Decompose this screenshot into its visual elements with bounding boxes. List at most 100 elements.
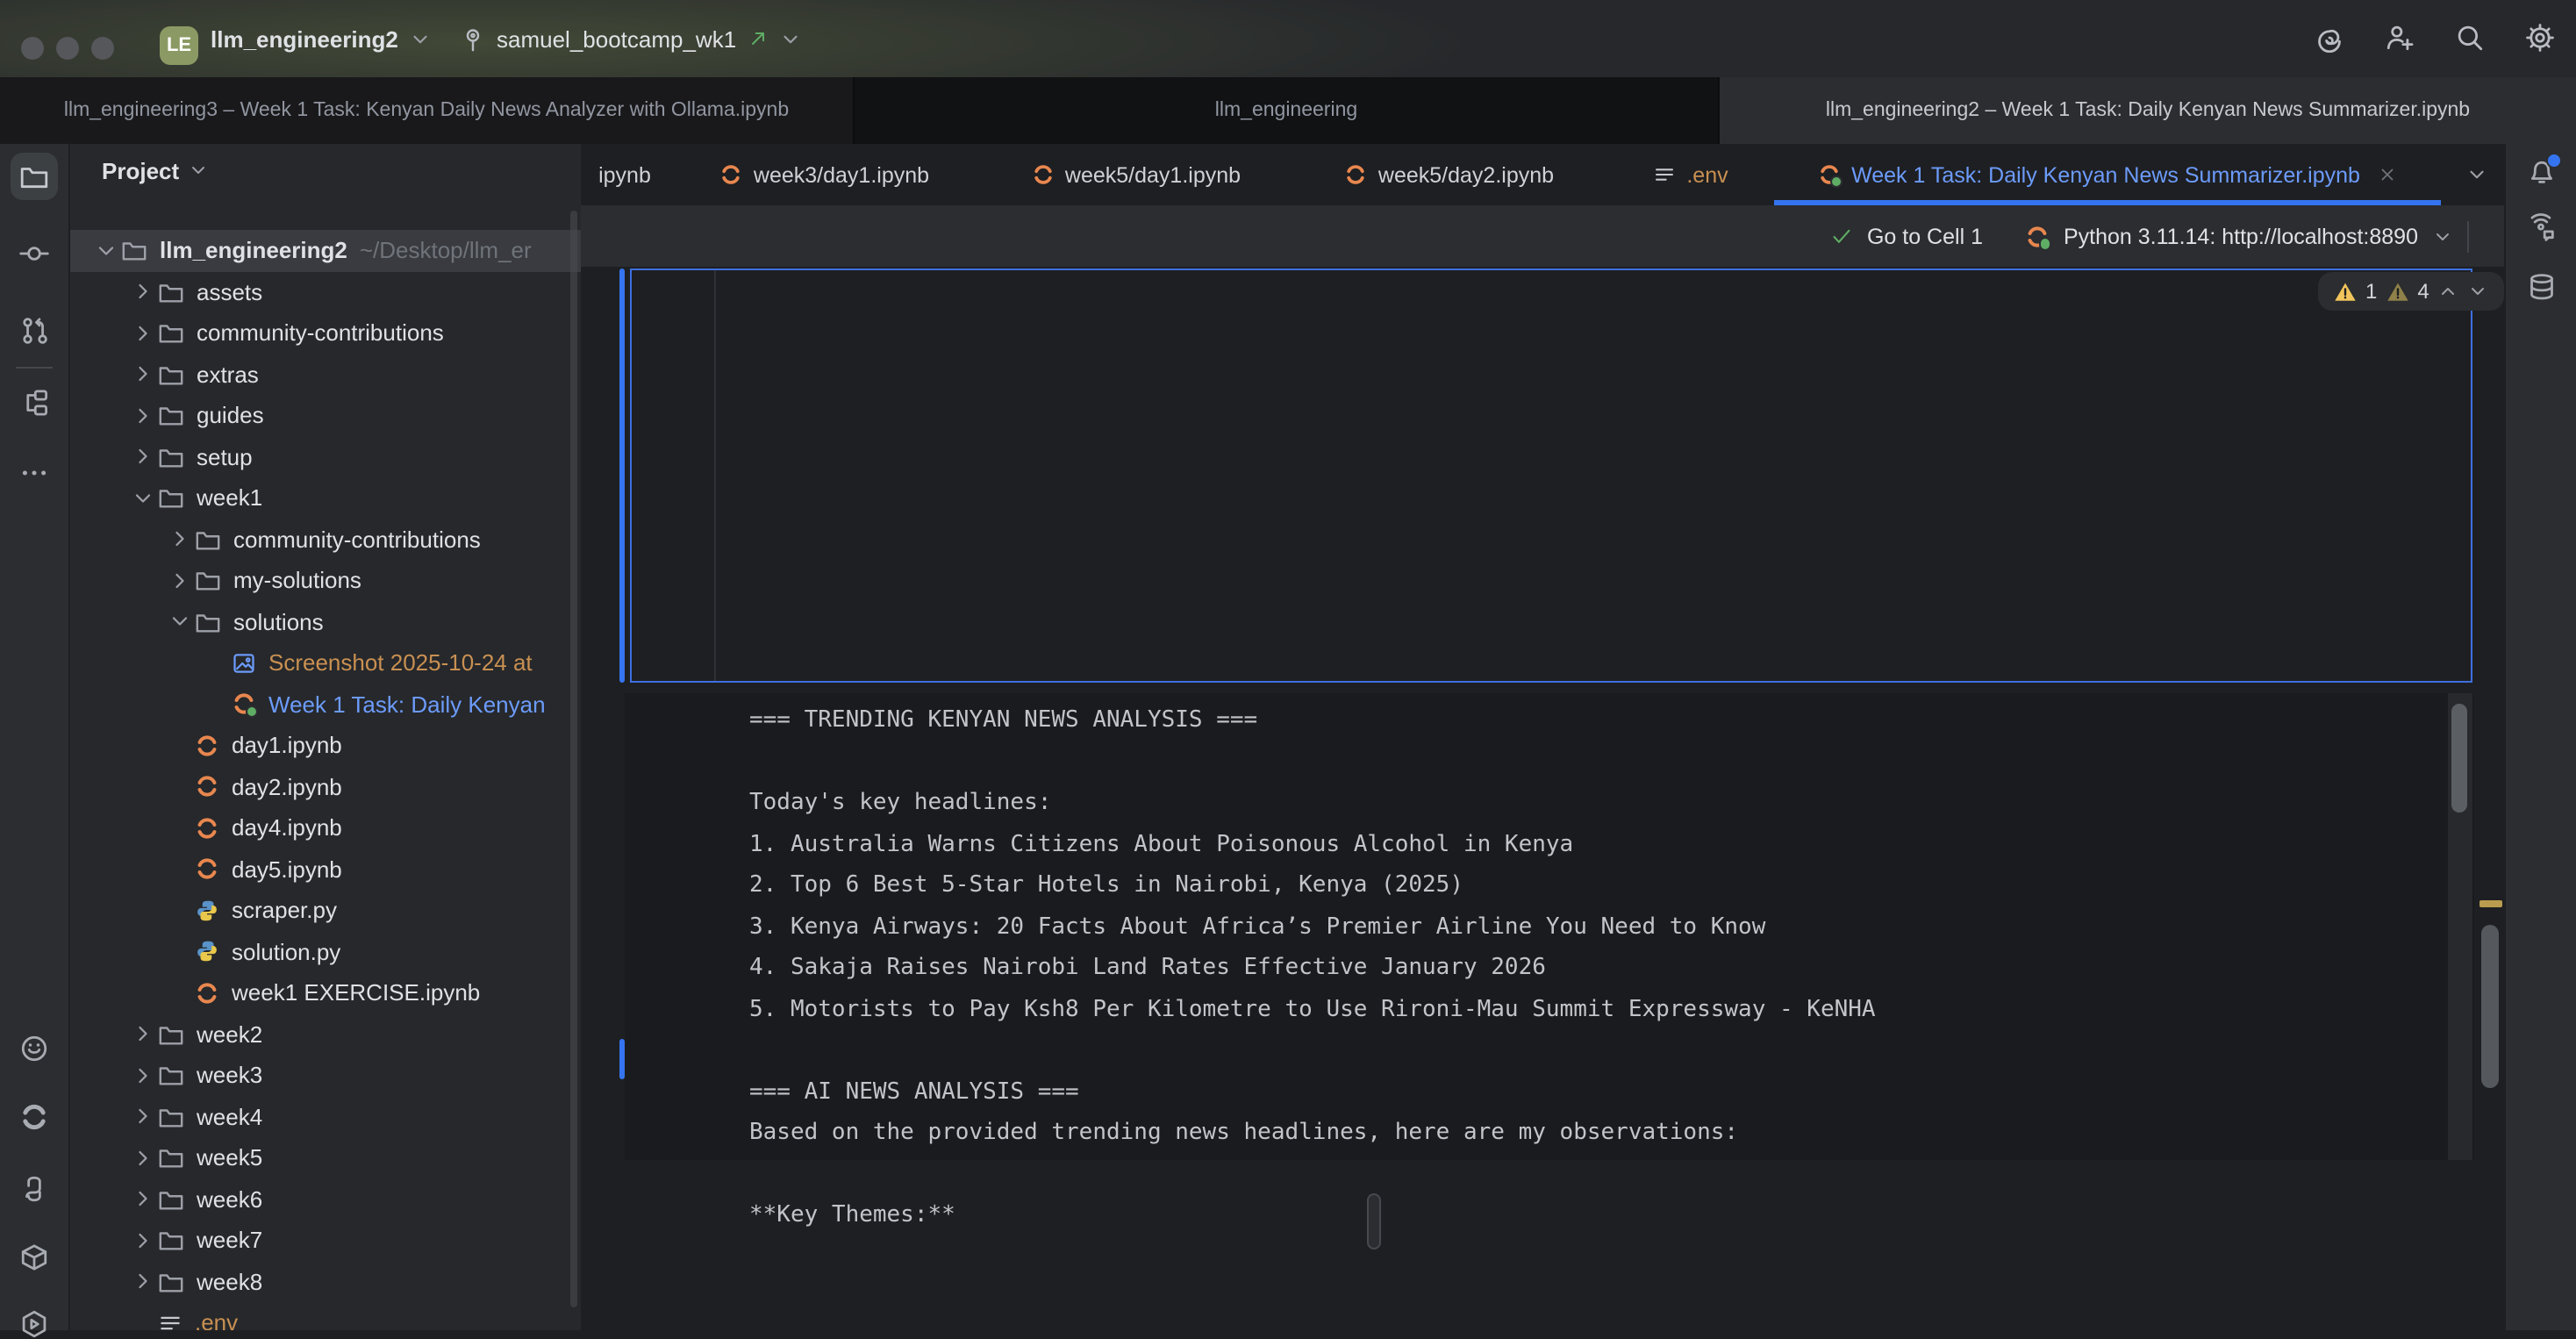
tree-row-week8[interactable]: week8: [70, 1261, 581, 1302]
next-problem-icon[interactable]: [2468, 281, 2489, 302]
output-scrollbar[interactable]: [2448, 693, 2472, 1160]
tree-indent-spacer: [165, 816, 195, 841]
run-tool-button[interactable]: [19, 1309, 49, 1339]
editor-tab[interactable]: ipynb: [581, 144, 669, 205]
notifications-button[interactable]: [2526, 156, 2556, 186]
window-tab-active[interactable]: llm_engineering2 – Week 1 Task: Daily Ke…: [1720, 77, 2576, 144]
jupyter-tool-button[interactable]: [19, 1102, 49, 1132]
selected-cell-indicator: [619, 269, 625, 683]
more-tools-button[interactable]: [19, 458, 49, 488]
tree-row-week1-exercise-ipynb[interactable]: week1 EXERCISE.ipynb: [70, 972, 581, 1013]
prev-problem-icon[interactable]: [2438, 281, 2459, 302]
chevron-right-icon[interactable]: [128, 362, 158, 387]
editor-tab[interactable]: .env: [1607, 144, 1774, 205]
editor-tab[interactable]: week5/day1.ipynb: [981, 144, 1292, 205]
tree-row-community-contributions[interactable]: community-contributions: [70, 312, 581, 354]
tab-list-chevron-icon[interactable]: [2465, 163, 2488, 186]
chevron-down-icon[interactable]: [91, 239, 121, 263]
structure-tool-button[interactable]: [19, 388, 49, 418]
chevron-right-icon[interactable]: [165, 569, 195, 593]
tree-row-day1-ipynb[interactable]: day1.ipynb: [70, 725, 581, 766]
chevron-right-icon[interactable]: [128, 1228, 158, 1253]
chevron-down-icon[interactable]: [128, 486, 158, 511]
chevron-right-icon[interactable]: [128, 280, 158, 304]
tree-row-week3[interactable]: week3: [70, 1055, 581, 1096]
project-switcher[interactable]: llm_engineering2: [211, 0, 432, 77]
tab-close-icon[interactable]: [2378, 165, 2397, 184]
tree-row-setup[interactable]: setup: [70, 436, 581, 477]
chevron-right-icon[interactable]: [128, 1063, 158, 1088]
tree-row-week7[interactable]: week7: [70, 1220, 581, 1261]
tree-row-screenshot-2025-10-24-at[interactable]: Screenshot 2025-10-24 at: [70, 642, 581, 684]
interpreter-selector[interactable]: Python 3.11.14: http://localhost:8890: [2064, 224, 2418, 248]
tree-row-assets[interactable]: assets: [70, 271, 581, 312]
tree-row-week5[interactable]: week5: [70, 1137, 581, 1178]
tree-row-solutions[interactable]: solutions: [70, 601, 581, 642]
chevron-down-icon[interactable]: [165, 610, 195, 634]
huggingface-tool-button[interactable]: [19, 1034, 49, 1063]
pull-requests-tool-button[interactable]: [19, 316, 49, 346]
invite-collaborator-button[interactable]: [2385, 23, 2415, 53]
tree-row-env[interactable]: .env: [70, 1302, 581, 1330]
editor-scrollbar-thumb[interactable]: [2481, 925, 2499, 1088]
project-panel-title: Project: [102, 157, 179, 183]
window-minimize-button[interactable]: [56, 37, 79, 60]
warning-icon: [2334, 280, 2357, 303]
chevron-right-icon[interactable]: [128, 1146, 158, 1171]
chevron-right-icon[interactable]: [165, 527, 195, 552]
tree-row-my-solutions[interactable]: my-solutions: [70, 560, 581, 601]
stripe-warning-mark[interactable]: [2479, 900, 2502, 906]
tree-row-guides[interactable]: guides: [70, 395, 581, 436]
python-file-icon: [195, 940, 219, 964]
tree-row-solution-py[interactable]: solution.py: [70, 931, 581, 972]
chevron-right-icon[interactable]: [128, 1105, 158, 1129]
search-everywhere-button[interactable]: [2455, 23, 2485, 53]
window-tab[interactable]: llm_engineering: [855, 77, 1720, 144]
tree-row-llm-engineering2[interactable]: llm_engineering2~/Desktop/llm_er: [70, 230, 581, 271]
inspections-widget[interactable]: 1 4: [2318, 272, 2504, 311]
tree-row-week2[interactable]: week2: [70, 1013, 581, 1055]
tree-row-day4-ipynb[interactable]: day4.ipynb: [70, 807, 581, 849]
tree-row-week-1-task-daily-kenyan[interactable]: Week 1 Task: Daily Kenyan: [70, 684, 581, 725]
project-tree-scrollbar[interactable]: [570, 211, 577, 1307]
tree-row-extras[interactable]: extras: [70, 354, 581, 395]
database-button[interactable]: [2526, 272, 2556, 302]
services-tool-button[interactable]: [19, 1242, 49, 1272]
tree-item-label: solutions: [233, 609, 324, 635]
tree-indent-spacer: [165, 775, 195, 799]
tree-row-day5-ipynb[interactable]: day5.ipynb: [70, 849, 581, 890]
code-cell[interactable]: [630, 269, 2472, 683]
goto-cell-button[interactable]: Go to Cell 1: [1867, 224, 1983, 248]
chevron-right-icon[interactable]: [128, 321, 158, 346]
output-scrollbar-thumb[interactable]: [2451, 704, 2467, 813]
tree-row-day2-ipynb[interactable]: day2.ipynb: [70, 766, 581, 807]
workspace-switcher[interactable]: samuel_bootcamp_wk1: [460, 0, 801, 77]
python-packages-tool-button[interactable]: [19, 1174, 49, 1204]
tree-row-week1[interactable]: week1: [70, 477, 581, 519]
chevron-right-icon[interactable]: [128, 445, 158, 469]
folder-icon: [158, 403, 184, 429]
tree-row-week4[interactable]: week4: [70, 1096, 581, 1137]
package-icon: [19, 1242, 49, 1272]
settings-button[interactable]: [2525, 23, 2555, 53]
tree-item-label: week2: [197, 1021, 262, 1048]
chevron-right-icon[interactable]: [128, 1022, 158, 1047]
chevron-right-icon[interactable]: [128, 1187, 158, 1212]
chevron-right-icon[interactable]: [128, 404, 158, 428]
project-tool-button[interactable]: [11, 153, 58, 200]
tree-row-week6[interactable]: week6: [70, 1178, 581, 1220]
project-panel-header[interactable]: Project: [70, 144, 581, 197]
tree-indent-spacer: [165, 981, 195, 1006]
tree-row-community-contributions[interactable]: community-contributions: [70, 519, 581, 560]
window-tab[interactable]: llm_engineering3 – Week 1 Task: Kenyan D…: [0, 77, 855, 144]
ai-actions-button[interactable]: [2315, 23, 2344, 53]
window-zoom-button[interactable]: [91, 37, 114, 60]
editor-tab-active[interactable]: Week 1 Task: Daily Kenyan News Summarize…: [1774, 144, 2441, 205]
window-close-button[interactable]: [21, 37, 44, 60]
editor-tab[interactable]: week5/day2.ipynb: [1292, 144, 1607, 205]
commit-tool-button[interactable]: [19, 239, 49, 269]
chevron-right-icon[interactable]: [128, 1270, 158, 1294]
ai-assistant-button[interactable]: [2526, 212, 2556, 242]
tree-row-scraper-py[interactable]: scraper.py: [70, 890, 581, 931]
editor-tab[interactable]: week3/day1.ipynb: [669, 144, 981, 205]
